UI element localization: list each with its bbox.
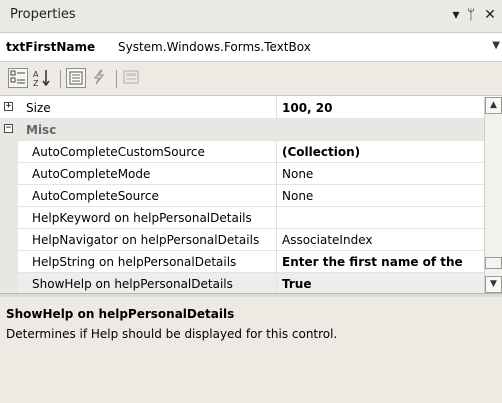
column-divider bbox=[276, 229, 277, 251]
property-name: ShowHelp on helpPersonalDetails bbox=[32, 277, 233, 291]
pin-icon[interactable]: ᛘ bbox=[463, 6, 479, 24]
property-value[interactable]: Enter the first name of the bbox=[282, 255, 484, 269]
category-misc[interactable]: − Misc bbox=[0, 119, 484, 141]
help-panel: ShowHelp on helpPersonalDetails Determin… bbox=[0, 297, 502, 403]
toolbar-separator bbox=[60, 70, 61, 88]
close-icon[interactable]: ✕ bbox=[482, 6, 498, 24]
category-name: Misc bbox=[26, 123, 57, 137]
property-pages-icon[interactable] bbox=[122, 68, 142, 88]
property-name: AutoCompleteMode bbox=[32, 167, 151, 181]
svg-text:Z: Z bbox=[33, 79, 39, 88]
toolbar: A Z bbox=[0, 62, 502, 96]
property-row[interactable]: AutoCompleteSource None bbox=[0, 185, 484, 207]
chevron-down-icon[interactable]: ▼ bbox=[492, 40, 500, 51]
property-row[interactable]: AutoCompleteCustomSource (Collection) bbox=[0, 141, 484, 163]
property-name: HelpKeyword on helpPersonalDetails bbox=[32, 211, 252, 225]
column-divider bbox=[276, 273, 277, 295]
vertical-scrollbar[interactable]: ▲ ▼ bbox=[484, 97, 502, 293]
property-row[interactable]: HelpString on helpPersonalDetails Enter … bbox=[0, 251, 484, 273]
column-divider bbox=[276, 185, 277, 207]
help-description: Determines if Help should be displayed f… bbox=[6, 327, 338, 341]
property-row-selected[interactable]: ShowHelp on helpPersonalDetails True bbox=[0, 273, 484, 295]
property-value[interactable]: True bbox=[282, 277, 484, 291]
property-row-size[interactable]: + Size 100, 20 bbox=[0, 97, 484, 119]
property-name: AutoCompleteCustomSource bbox=[32, 145, 205, 159]
column-divider bbox=[276, 97, 277, 119]
row-margin bbox=[0, 207, 18, 229]
scroll-thumb[interactable] bbox=[485, 257, 502, 269]
property-name: Size bbox=[26, 101, 51, 115]
toolbar-separator bbox=[116, 70, 117, 88]
row-margin bbox=[0, 185, 18, 207]
property-name: AutoCompleteSource bbox=[32, 189, 159, 203]
title-bar: Properties ▾ ᛘ ✕ bbox=[0, 0, 502, 33]
properties-icon[interactable] bbox=[66, 68, 86, 88]
property-row[interactable]: HelpKeyword on helpPersonalDetails bbox=[0, 207, 484, 229]
property-row[interactable]: AutoCompleteMode None bbox=[0, 163, 484, 185]
property-value[interactable]: None bbox=[282, 167, 484, 181]
row-margin bbox=[0, 273, 18, 295]
collapse-icon[interactable]: − bbox=[4, 124, 13, 133]
categorized-icon[interactable] bbox=[8, 68, 28, 88]
column-divider bbox=[276, 163, 277, 185]
svg-text:A: A bbox=[33, 70, 39, 79]
scroll-up-icon[interactable]: ▲ bbox=[485, 97, 502, 114]
object-selector[interactable]: txtFirstName System.Windows.Forms.TextBo… bbox=[0, 33, 502, 62]
object-name: txtFirstName bbox=[6, 40, 96, 54]
row-margin bbox=[0, 163, 18, 185]
column-divider bbox=[276, 251, 277, 273]
property-name: HelpString on helpPersonalDetails bbox=[32, 255, 237, 269]
property-row[interactable]: HelpNavigator on helpPersonalDetails Ass… bbox=[0, 229, 484, 251]
property-grid: + Size 100, 20 − Misc AutoCompleteCustom… bbox=[0, 97, 484, 295]
row-margin bbox=[0, 229, 18, 251]
property-value[interactable]: (Collection) bbox=[282, 145, 484, 159]
window-title: Properties bbox=[10, 7, 76, 22]
help-title: ShowHelp on helpPersonalDetails bbox=[6, 307, 235, 321]
property-name: HelpNavigator on helpPersonalDetails bbox=[32, 233, 260, 247]
scroll-down-icon[interactable]: ▼ bbox=[485, 276, 502, 293]
column-divider bbox=[276, 207, 277, 229]
expand-icon[interactable]: + bbox=[4, 102, 13, 111]
property-value[interactable]: None bbox=[282, 189, 484, 203]
object-type: System.Windows.Forms.TextBox bbox=[118, 40, 311, 54]
column-divider bbox=[276, 141, 277, 163]
row-margin bbox=[0, 141, 18, 163]
row-margin bbox=[0, 251, 18, 273]
events-icon[interactable] bbox=[90, 68, 110, 88]
alphabetical-icon[interactable]: A Z bbox=[32, 68, 52, 88]
dropdown-arrow-icon[interactable]: ▾ bbox=[448, 6, 464, 24]
property-value[interactable]: 100, 20 bbox=[282, 101, 484, 115]
property-value[interactable]: AssociateIndex bbox=[282, 233, 484, 247]
